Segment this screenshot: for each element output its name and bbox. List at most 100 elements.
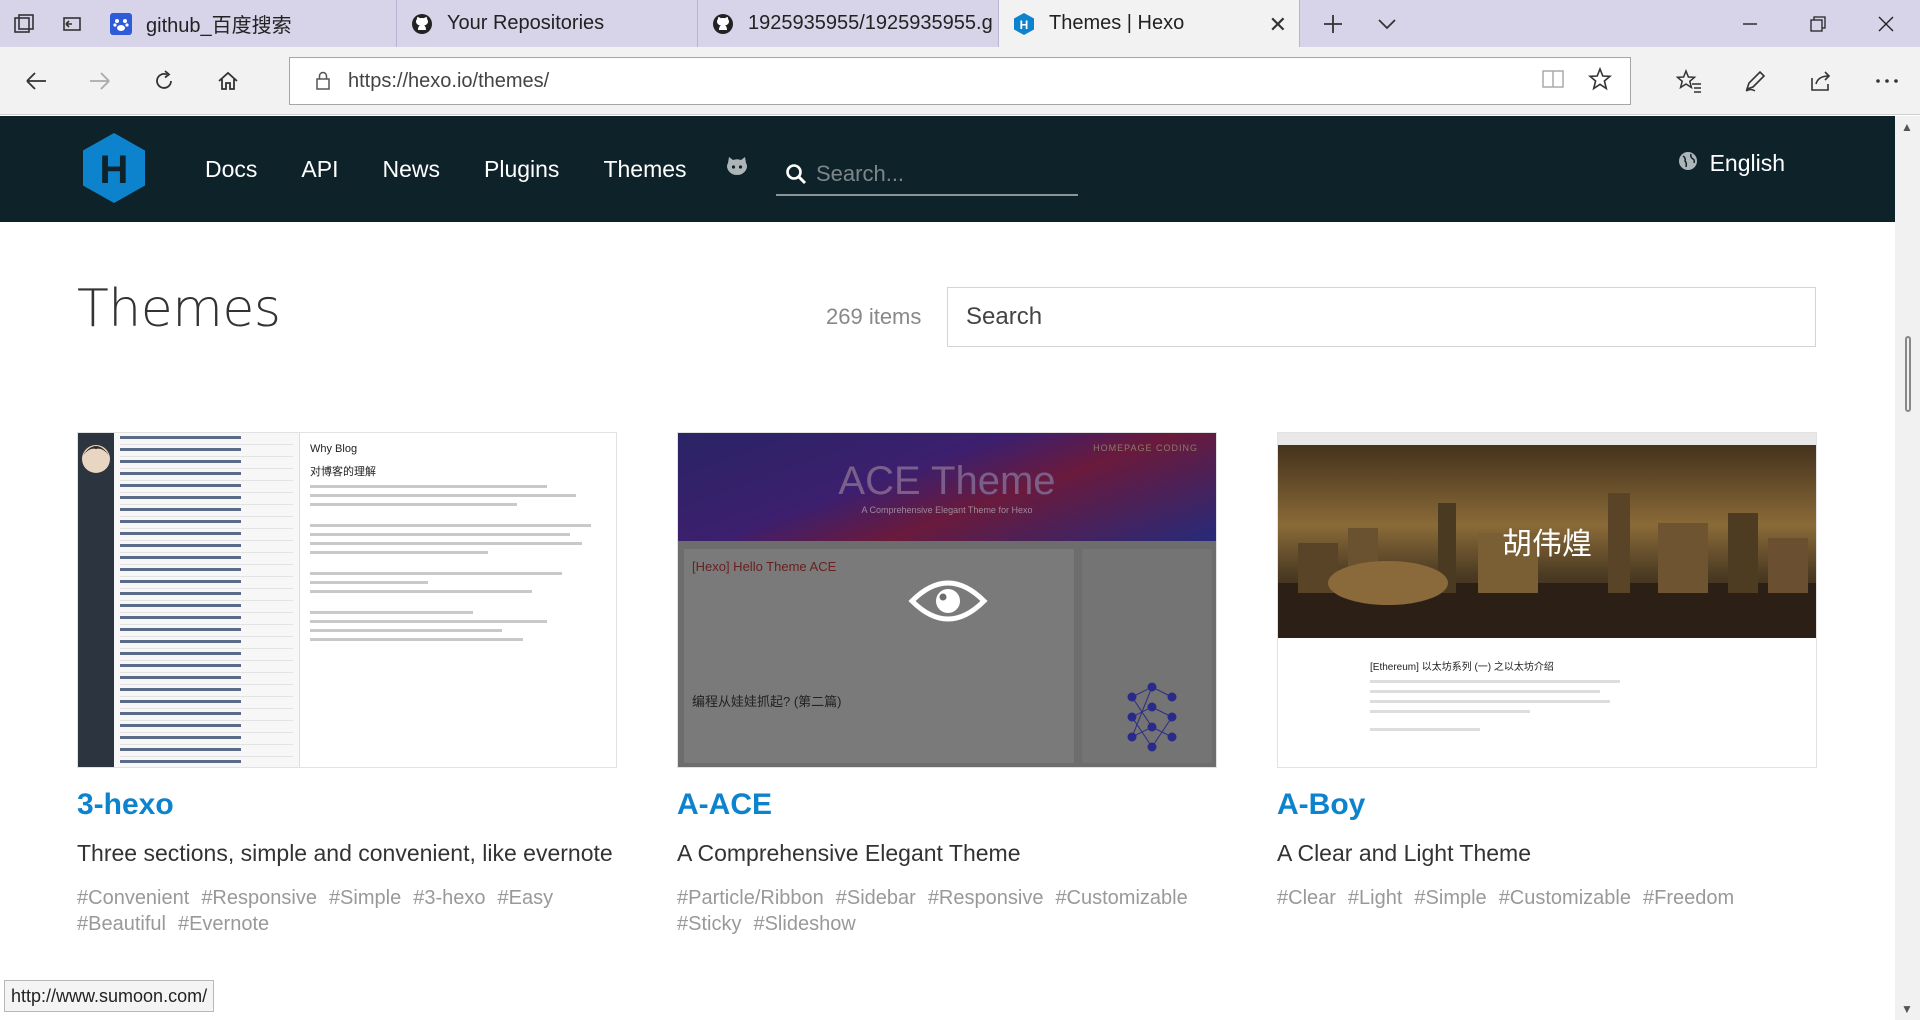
site-search-box[interactable] xyxy=(776,154,1078,196)
set-tabs-aside-icon[interactable] xyxy=(48,0,96,47)
scrollbar-thumb[interactable] xyxy=(1905,336,1911,412)
new-tab-icon[interactable] xyxy=(1310,0,1356,47)
tab-title: Themes | Hexo xyxy=(1049,12,1185,34)
tab-title: github_百度搜索 xyxy=(146,15,292,37)
tab-baidu[interactable]: github_百度搜索 xyxy=(96,0,397,47)
theme-name-link[interactable]: 3-hexo xyxy=(77,788,174,822)
preview-nav: HOMEPAGE CODING xyxy=(1093,443,1198,453)
url-text[interactable]: https://hexo.io/themes/ xyxy=(348,70,549,93)
address-bar[interactable]: https://hexo.io/themes/ xyxy=(289,57,1631,105)
tab-list-chevron-icon[interactable] xyxy=(1364,0,1410,47)
language-selector[interactable]: English xyxy=(1678,150,1785,177)
preview-browser-bar xyxy=(1278,433,1816,445)
page-scrollbar[interactable]: ▲ ▼ xyxy=(1895,116,1920,1020)
back-arrow-icon[interactable] xyxy=(4,51,68,111)
status-link-preview: http://www.sumoon.com/ xyxy=(4,980,215,1012)
theme-card-3-hexo: Why Blog 对博客的理解 3-hexo Three sections, s… xyxy=(77,432,617,937)
tag: #Beautiful xyxy=(77,913,166,935)
page-viewport: H Docs API News Plugins Themes English T… xyxy=(0,116,1895,1020)
preview-heading: ACE Theme xyxy=(838,459,1056,503)
eye-preview-icon[interactable] xyxy=(908,573,988,629)
close-tab-icon[interactable]: ✕ xyxy=(1269,12,1287,38)
preview-heading: Why Blog xyxy=(310,443,358,455)
theme-card-a-boy: 胡伟煌 [Ethereum] 以太坊系列 (一) 之以太坊介绍 A-Boy A … xyxy=(1277,432,1817,937)
preview-subheading: A Comprehensive Elegant Theme for Hexo xyxy=(861,505,1033,515)
web-note-pen-icon[interactable] xyxy=(1722,51,1788,111)
scroll-up-arrow-icon[interactable]: ▲ xyxy=(1901,120,1913,134)
share-icon[interactable] xyxy=(1788,51,1854,111)
language-label: English xyxy=(1709,150,1785,176)
restore-icon[interactable] xyxy=(1784,0,1852,47)
nav-themes[interactable]: Themes xyxy=(603,156,686,183)
tab-preview-icon[interactable] xyxy=(0,0,48,47)
preview-article-list xyxy=(114,433,300,767)
refresh-icon[interactable] xyxy=(132,51,196,111)
theme-description: A Comprehensive Elegant Theme xyxy=(677,840,1021,866)
tag: #Particle/Ribbon xyxy=(677,887,824,909)
tag: #Sidebar xyxy=(835,887,916,909)
tag: #Responsive xyxy=(201,887,317,909)
theme-description: Three sections, simple and convenient, l… xyxy=(77,840,613,866)
lock-icon[interactable] xyxy=(308,71,338,91)
tab-github-repo[interactable]: 1925935955/1925935955.g xyxy=(698,0,999,47)
theme-screenshot[interactable]: Why Blog 对博客的理解 xyxy=(77,432,617,768)
favorites-hub-icon[interactable] xyxy=(1656,51,1722,111)
tab-your-repositories[interactable]: Your Repositories xyxy=(397,0,698,47)
preview-subheading: 对博客的理解 xyxy=(310,466,376,478)
site-search-input[interactable] xyxy=(816,161,1056,187)
theme-card-a-ace: HOMEPAGE CODING ACE Theme A Comprehensiv… xyxy=(677,432,1217,937)
baidu-paw-icon xyxy=(110,12,132,35)
themes-header: Themes 269 items xyxy=(0,222,1895,402)
theme-search-input[interactable] xyxy=(947,287,1816,347)
tag: #Sticky xyxy=(677,913,742,935)
tag: #Simple xyxy=(328,887,402,909)
page-title: Themes xyxy=(77,279,281,339)
preview-heading: 胡伟煌 xyxy=(1502,527,1592,562)
tag: #Easy xyxy=(497,887,554,909)
theme-name-link[interactable]: A-ACE xyxy=(677,788,772,822)
browser-toolbar: https://hexo.io/themes/ xyxy=(0,47,1920,115)
site-header: H Docs API News Plugins Themes English xyxy=(0,116,1895,222)
theme-description: A Clear and Light Theme xyxy=(1277,840,1532,866)
forward-arrow-icon[interactable] xyxy=(68,51,132,111)
home-icon[interactable] xyxy=(196,51,260,111)
nav-news[interactable]: News xyxy=(382,156,440,183)
tag: #Responsive xyxy=(927,887,1044,909)
scroll-down-arrow-icon[interactable]: ▼ xyxy=(1901,1002,1913,1016)
hexo-logo[interactable]: H xyxy=(83,133,145,203)
more-options-icon[interactable] xyxy=(1854,51,1920,111)
theme-tags: #Clear #Light #Simple #Customizable #Freedom xyxy=(1277,885,1817,911)
github-icon xyxy=(411,13,433,35)
reading-view-icon[interactable] xyxy=(1542,69,1564,94)
theme-screenshot[interactable]: 胡伟煌 [Ethereum] 以太坊系列 (一) 之以太坊介绍 xyxy=(1277,432,1817,768)
search-icon[interactable] xyxy=(776,163,816,185)
tag: #Customizable xyxy=(1498,887,1631,909)
tag: #Convenient xyxy=(77,887,190,909)
globe-icon xyxy=(1678,150,1698,177)
preview-sidebar xyxy=(1082,549,1212,763)
favorite-star-icon[interactable] xyxy=(1587,66,1613,96)
close-window-icon[interactable] xyxy=(1852,0,1920,47)
preview-post-title-2: 编程从娃娃抓起? (第二篇) xyxy=(692,694,842,709)
theme-grid: Why Blog 对博客的理解 3-hexo Three sections, s… xyxy=(77,432,1817,937)
avatar xyxy=(82,445,110,473)
theme-tags: #Convenient #Responsive #Simple #3-hexo #Eas… xyxy=(77,885,617,937)
tag: #Clear xyxy=(1277,887,1336,909)
tab-title: 1925935955/1925935955.g xyxy=(748,12,993,34)
preview-post: [Hexo] Hello Theme ACE 编程从娃娃抓起? (第二篇) xyxy=(684,549,1074,763)
theme-tags: #Particle/Ribbon #Sidebar #Responsive #Cust… xyxy=(677,885,1217,937)
github-octocat-icon[interactable] xyxy=(724,154,750,180)
svg-text:H: H xyxy=(1020,18,1029,32)
preview-post-title: [Hexo] Hello Theme ACE xyxy=(692,559,837,574)
hexo-icon: H xyxy=(1013,12,1035,35)
nav-docs[interactable]: Docs xyxy=(205,156,257,183)
nav-api[interactable]: API xyxy=(301,156,338,183)
tag: #Simple xyxy=(1414,887,1487,909)
github-icon xyxy=(712,13,734,35)
minimize-icon[interactable] xyxy=(1716,0,1784,47)
nav-plugins[interactable]: Plugins xyxy=(484,156,559,183)
tab-themes-hexo[interactable]: H Themes | Hexo ✕ xyxy=(999,0,1300,47)
theme-name-link[interactable]: A-Boy xyxy=(1277,788,1365,822)
theme-screenshot[interactable]: HOMEPAGE CODING ACE Theme A Comprehensiv… xyxy=(677,432,1217,768)
items-count: 269 items xyxy=(826,304,922,329)
